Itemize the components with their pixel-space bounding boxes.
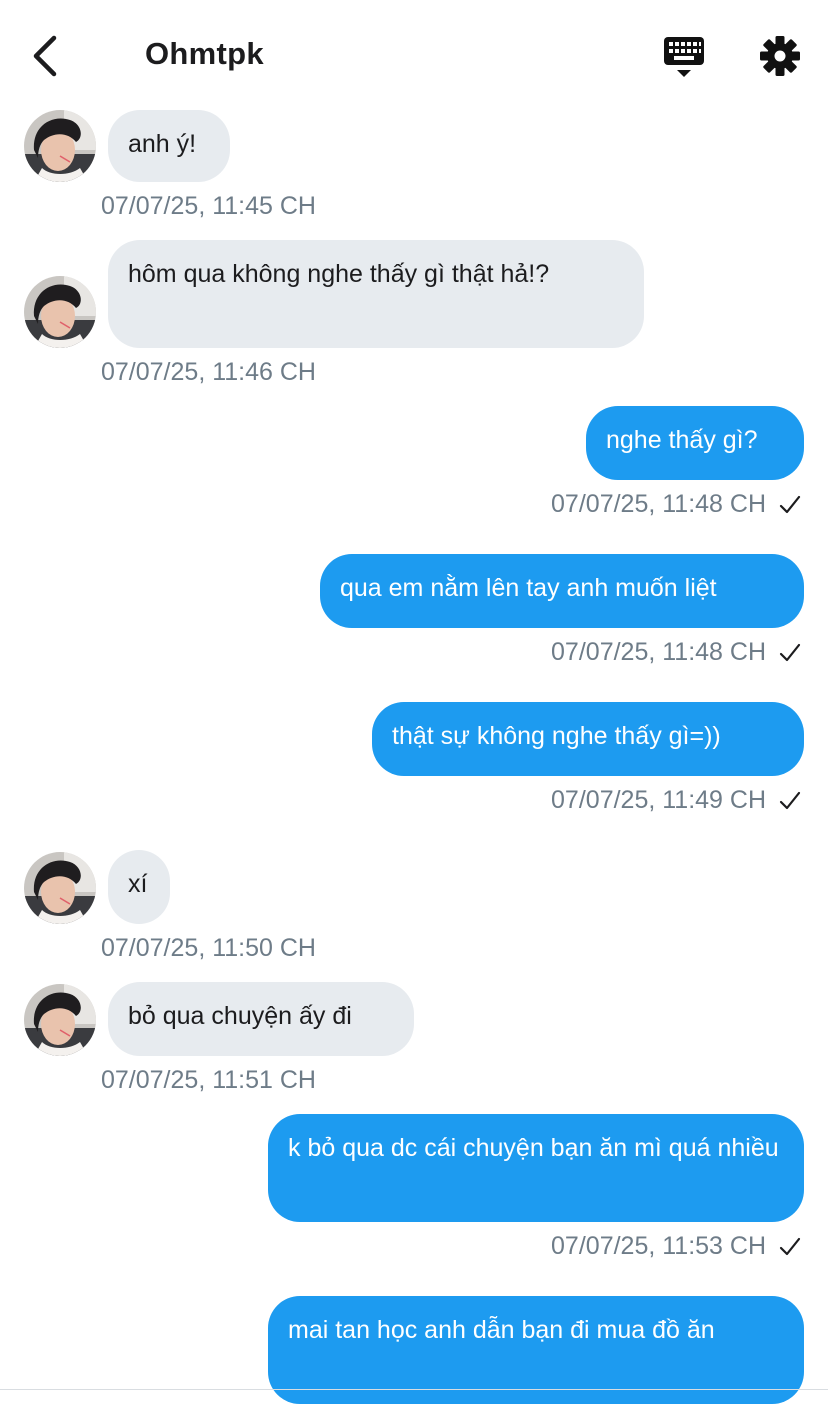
contact-avatar[interactable] — [24, 984, 96, 1056]
avatar-photo — [24, 984, 96, 1056]
message-timestamp: 07/07/25, 11:48 CH — [551, 638, 766, 666]
contact-avatar[interactable] — [24, 276, 96, 348]
incoming-message-bubble[interactable]: anh ý! — [108, 110, 230, 182]
avatar-photo — [24, 852, 96, 924]
outgoing-message-bubble[interactable]: k bỏ qua dc cái chuyện bạn ăn mì quá nhi… — [268, 1114, 804, 1222]
incoming-message-bubble[interactable]: xí — [108, 850, 170, 924]
avatar-photo — [24, 110, 96, 182]
message-timestamp: 07/07/25, 11:45 CH — [101, 192, 316, 220]
outgoing-message-bubble[interactable]: nghe thấy gì? — [586, 406, 804, 480]
outgoing-message-bubble[interactable]: thật sự không nghe thấy gì=)) — [372, 702, 804, 776]
chat-header: Ohmtpk — [0, 0, 828, 110]
checkmark-icon — [778, 642, 802, 664]
composer-divider — [0, 1389, 828, 1390]
avatar-photo — [24, 276, 96, 348]
message-timestamp: 07/07/25, 11:51 CH — [101, 1066, 316, 1094]
incoming-message-bubble[interactable]: bỏ qua chuyện ấy đi — [108, 982, 414, 1056]
message-timestamp: 07/07/25, 11:50 CH — [101, 934, 316, 962]
incoming-message-bubble[interactable]: hôm qua không nghe thấy gì thật hả!? — [108, 240, 644, 348]
contact-avatar[interactable] — [24, 110, 96, 182]
keyboard-icon — [664, 37, 704, 77]
checkmark-icon — [778, 1236, 802, 1258]
outgoing-message-bubble[interactable]: mai tan học anh dẫn bạn đi mua đồ ăn — [268, 1296, 804, 1404]
settings-button[interactable] — [756, 32, 804, 80]
message-timestamp: 07/07/25, 11:46 CH — [101, 358, 316, 386]
conversation-title[interactable]: Ohmtpk — [145, 36, 264, 72]
message-timestamp: 07/07/25, 11:48 CH — [551, 490, 766, 518]
back-button[interactable] — [24, 32, 68, 80]
outgoing-message-bubble[interactable]: qua em nằm lên tay anh muốn liệt — [320, 554, 804, 628]
keyboard-button[interactable] — [660, 34, 708, 80]
contact-avatar[interactable] — [24, 852, 96, 924]
checkmark-icon — [778, 790, 802, 812]
message-timestamp: 07/07/25, 11:49 CH — [551, 786, 766, 814]
checkmark-icon — [778, 494, 802, 516]
gear-icon — [760, 36, 800, 76]
message-timestamp: 07/07/25, 11:53 CH — [551, 1232, 766, 1260]
chevron-left-icon — [33, 35, 57, 77]
